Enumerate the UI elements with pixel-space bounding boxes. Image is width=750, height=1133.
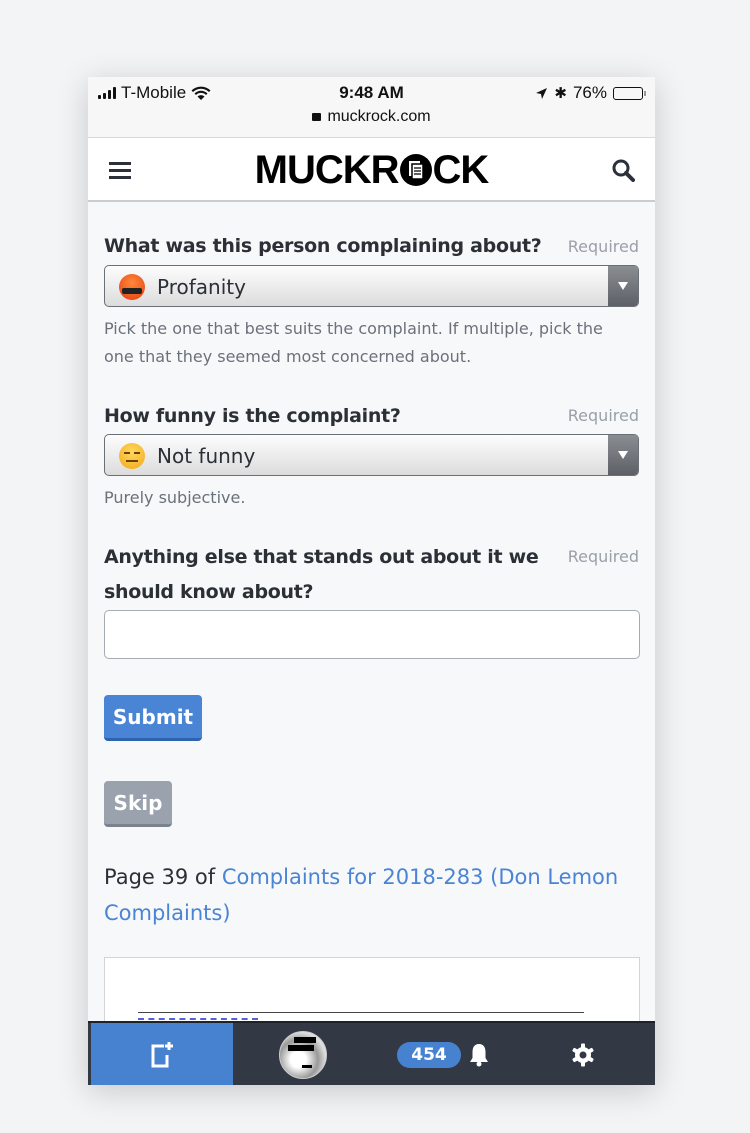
divider <box>138 1012 584 1013</box>
complaint-type-value: Profanity <box>157 275 246 299</box>
settings-button[interactable] <box>548 1023 618 1085</box>
notes-input[interactable] <box>104 610 640 659</box>
q1-label: What was this person complaining about? <box>104 235 542 257</box>
chevron-down-icon <box>608 266 638 306</box>
expressionless-face-icon <box>119 443 145 469</box>
site-header: MUCKR CK <box>88 138 655 202</box>
battery-icon <box>613 86 646 100</box>
avatar <box>279 1031 327 1079</box>
q2-help: Purely subjective. <box>104 488 246 507</box>
gear-icon <box>572 1043 594 1067</box>
location-icon <box>536 87 548 99</box>
url-text: muckrock.com <box>327 108 431 125</box>
page-number-text: Page 39 of <box>104 865 222 889</box>
address-bar[interactable]: muckrock.com <box>88 108 655 126</box>
q3-required: Required <box>567 547 639 566</box>
search-icon[interactable] <box>611 158 635 182</box>
q1-required: Required <box>567 237 639 256</box>
phone-screen: T-Mobile 9:48 AM ✱ 76% muckrock.com MUCK… <box>88 77 655 1085</box>
chevron-down-icon <box>608 435 638 475</box>
page-info: Page 39 of Complaints for 2018-283 (Don … <box>104 859 634 931</box>
new-request-button[interactable] <box>91 1023 233 1085</box>
angry-face-icon <box>119 274 145 300</box>
q2-required: Required <box>567 406 639 425</box>
funny-select[interactable]: Not funny <box>104 434 639 476</box>
status-bar: T-Mobile 9:48 AM ✱ 76% muckrock.com <box>88 77 655 138</box>
new-document-icon <box>151 1042 173 1068</box>
notification-count-badge: 454 <box>397 1042 461 1068</box>
profile-button[interactable] <box>233 1023 373 1085</box>
bottom-nav: 454 <box>88 1021 655 1085</box>
complaint-type-select[interactable]: Profanity <box>104 265 639 307</box>
battery-percent: 76% <box>572 83 607 102</box>
bell-icon <box>469 1044 488 1067</box>
muckrock-logo[interactable]: MUCKR CK <box>88 148 655 193</box>
lock-icon <box>312 113 322 121</box>
q3-label: Anything else that stands out about it w… <box>104 546 539 603</box>
q2-label: How funny is the complaint? <box>104 405 401 427</box>
submit-button[interactable]: Submit <box>104 695 202 741</box>
funny-value: Not funny <box>157 444 256 468</box>
status-right: ✱ 76% <box>535 83 646 103</box>
notifications-button[interactable]: 454 <box>383 1023 503 1085</box>
skip-button[interactable]: Skip <box>104 781 172 827</box>
q1-help: Pick the one that best suits the complai… <box>104 319 603 366</box>
bluetooth-icon: ✱ <box>554 85 567 102</box>
